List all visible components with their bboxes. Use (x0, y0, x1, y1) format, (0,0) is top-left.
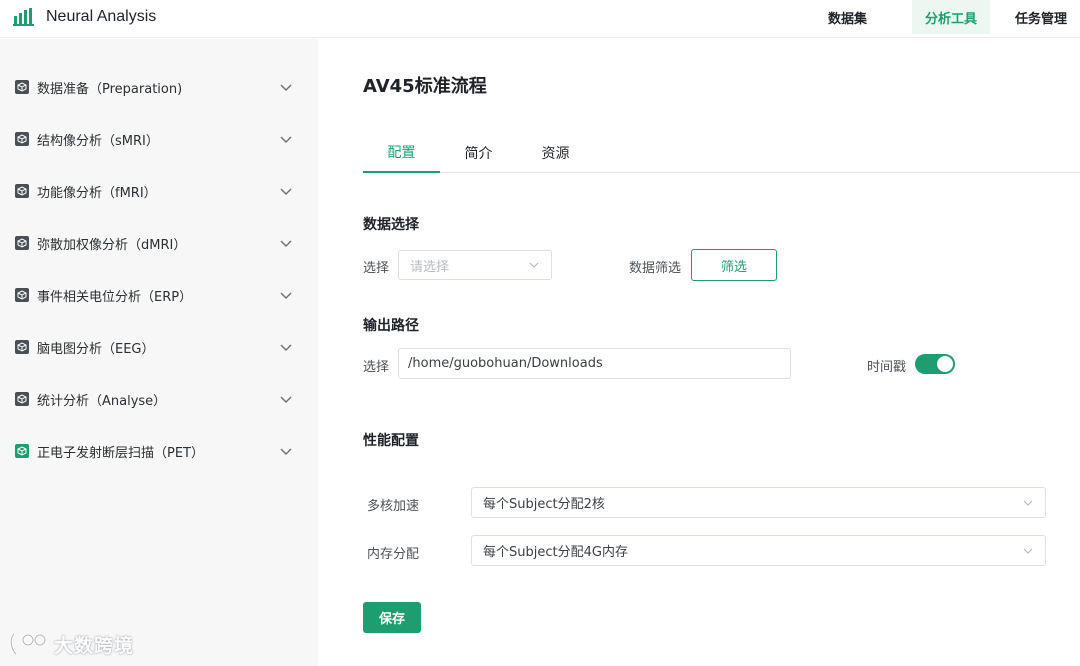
app-title: Neural Analysis (46, 8, 157, 25)
tab-intro[interactable]: 简介 (440, 132, 517, 173)
nav-item-analysis-tools[interactable]: 分析工具 (911, 0, 990, 34)
nav-item-datasets[interactable]: 数据集 (815, 0, 880, 34)
sidebar-item-label: 事件相关电位分析（ERP） (37, 289, 193, 305)
multicore-label: 多核加速 (367, 499, 420, 514)
chevron-down-icon (280, 240, 292, 247)
watermark-logo-icon (9, 632, 47, 656)
filter-button[interactable]: 筛选 (691, 249, 777, 281)
cube-icon (15, 340, 29, 354)
app-logo[interactable]: Neural Analysis (13, 8, 156, 26)
multicore-select[interactable]: 每个Subject分配2核 (471, 487, 1046, 518)
cube-icon (15, 392, 29, 406)
chevron-down-icon (280, 136, 292, 143)
cube-icon (15, 288, 29, 302)
section-title-performance: 性能配置 (363, 433, 419, 449)
sidebar-item-preparation[interactable]: 数据准备（Preparation) (0, 67, 318, 107)
memory-select[interactable]: 每个Subject分配4G内存 (471, 535, 1046, 566)
chevron-down-icon (280, 396, 292, 403)
tab-config[interactable]: 配置 (363, 132, 440, 173)
cube-icon (15, 80, 29, 94)
sidebar-item-label: 功能像分析（fMRI） (37, 185, 157, 201)
watermark: 大数跨境 (8, 630, 134, 658)
section-title-output: 输出路径 (363, 318, 419, 334)
sidebar-item-pet[interactable]: 正电子发射断层扫描（PET） (0, 431, 318, 471)
main-content: AV45标准流程 配置 简介 资源 数据选择 选择 请选择 数据筛选 筛选 输出… (319, 39, 1080, 666)
cube-icon (15, 184, 29, 198)
timestamp-label: 时间戳 (867, 360, 907, 375)
sidebar-item-label: 统计分析（Analyse） (37, 393, 167, 409)
data-select-label: 选择 (363, 261, 390, 276)
chevron-down-icon (1023, 548, 1033, 554)
memory-label: 内存分配 (367, 547, 420, 562)
timestamp-toggle[interactable] (915, 354, 955, 374)
toggle-knob (937, 356, 953, 372)
output-select-label: 选择 (363, 360, 390, 375)
save-button[interactable]: 保存 (363, 602, 421, 633)
top-nav: 数据集 分析工具 任务管理 (815, 0, 1080, 38)
data-filter-label: 数据筛选 (629, 261, 682, 276)
top-bar: Neural Analysis 数据集 分析工具 任务管理 (0, 0, 1080, 38)
sidebar-item-fmri[interactable]: 功能像分析（fMRI） (0, 171, 318, 211)
bar-chart-icon (13, 8, 35, 26)
sidebar-item-erp[interactable]: 事件相关电位分析（ERP） (0, 275, 318, 315)
sidebar-item-smri[interactable]: 结构像分析（sMRI） (0, 119, 318, 159)
section-title-data-select: 数据选择 (363, 217, 419, 233)
sidebar: 数据准备（Preparation) 结构像分析（sMRI） 功能像分析（fMRI… (0, 39, 318, 666)
sidebar-item-label: 正电子发射断层扫描（PET） (37, 445, 204, 461)
tab-resources[interactable]: 资源 (517, 132, 594, 173)
output-path-input[interactable]: /home/guobohuan/Downloads (398, 348, 791, 379)
data-select-placeholder: 请选择 (410, 259, 450, 275)
chevron-down-icon (1023, 500, 1033, 506)
sidebar-item-label: 脑电图分析（EEG） (37, 341, 155, 357)
cube-icon (15, 444, 29, 458)
chevron-down-icon (280, 84, 292, 91)
page-title: AV45标准流程 (363, 76, 487, 97)
sidebar-item-label: 数据准备（Preparation) (37, 81, 183, 97)
tab-bar: 配置 简介 资源 (363, 132, 1080, 173)
memory-value: 每个Subject分配4G内存 (483, 545, 628, 560)
sidebar-item-label: 结构像分析（sMRI） (37, 133, 159, 149)
data-select-dropdown[interactable]: 请选择 (398, 250, 552, 280)
chevron-down-icon (280, 448, 292, 455)
watermark-text: 大数跨境 (54, 634, 135, 657)
chevron-down-icon (529, 262, 539, 268)
chevron-down-icon (280, 188, 292, 195)
sidebar-item-eeg[interactable]: 脑电图分析（EEG） (0, 327, 318, 367)
chevron-down-icon (280, 344, 292, 351)
chevron-down-icon (280, 292, 292, 299)
cube-icon (15, 236, 29, 250)
sidebar-item-label: 弥散加权像分析（dMRI） (37, 237, 187, 253)
multicore-value: 每个Subject分配2核 (483, 497, 605, 512)
nav-item-task-management[interactable]: 任务管理 (1002, 0, 1080, 34)
cube-icon (15, 132, 29, 146)
sidebar-item-dmri[interactable]: 弥散加权像分析（dMRI） (0, 223, 318, 263)
sidebar-item-analyse[interactable]: 统计分析（Analyse） (0, 379, 318, 419)
